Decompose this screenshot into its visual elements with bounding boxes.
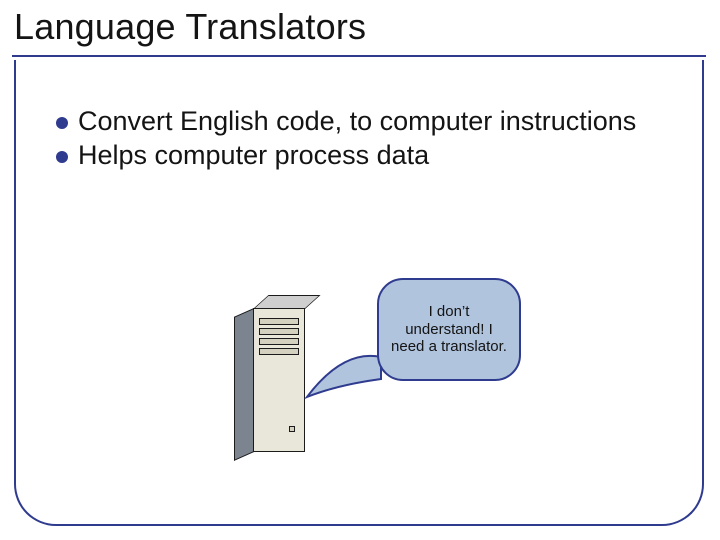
speech-bubble-text: I don’t understand! I need a translator. (389, 303, 509, 356)
list-item: Convert English code, to computer instru… (56, 106, 660, 138)
speech-bubble: I don’t understand! I need a translator. (377, 278, 521, 381)
title-rule (12, 55, 706, 57)
computer-tower-icon (234, 298, 306, 452)
list-item: Helps computer process data (56, 140, 660, 172)
bullet-text: Helps computer process data (78, 140, 429, 170)
bullet-list: Convert English code, to computer instru… (56, 106, 660, 174)
bullet-dot-icon (56, 117, 68, 129)
bullet-dot-icon (56, 151, 68, 163)
speech-bubble-tail-icon (303, 345, 383, 405)
bullet-text: Convert English code, to computer instru… (78, 106, 636, 136)
slide-title: Language Translators (14, 6, 366, 48)
